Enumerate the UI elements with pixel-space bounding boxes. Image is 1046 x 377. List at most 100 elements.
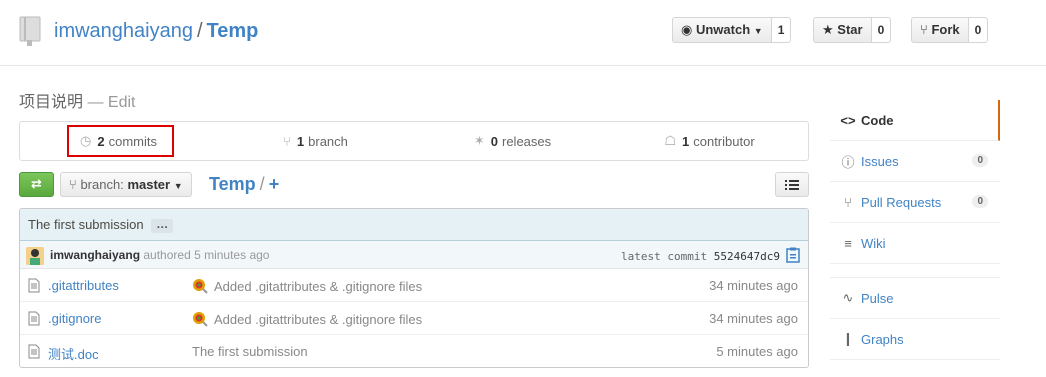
file-commit-message-link[interactable]: Added .gitattributes & .gitignore files (214, 279, 422, 294)
branch-icon: ⑂ (69, 177, 77, 192)
file-age: 34 minutes ago (709, 311, 798, 326)
sidebar-item-label: Pulse (861, 290, 894, 306)
compare-review-button[interactable]: ⇄ (19, 172, 54, 197)
commit-meta: imwanghaiyang authored 5 minutes ago lat… (20, 241, 808, 269)
latest-commit-label: latest commit (621, 250, 708, 263)
watch-group: ◉ Unwatch ▼ 1 (672, 17, 792, 43)
branch-name: master (127, 177, 171, 192)
list-view-button[interactable] (775, 172, 809, 197)
star-icon: ★ (822, 22, 834, 37)
commit-author[interactable]: imwanghaiyang (50, 248, 140, 262)
pull-request-icon: ⑂ (844, 194, 852, 210)
unwatch-button[interactable]: ◉ Unwatch ▼ (672, 17, 772, 43)
sidebar-item-pull-requests[interactable]: ⑂ Pull Requests 0 (830, 182, 1000, 223)
branch-select-button[interactable]: ⑂ branch: master ▼ (60, 172, 192, 197)
pulse-icon: ∿ (842, 290, 854, 305)
releases-label: releases (502, 133, 552, 149)
sidebar-divider (830, 264, 1000, 278)
file-table: The first submission … imwanghaiyang aut… (19, 208, 809, 368)
issues-count-badge: 0 (972, 154, 988, 167)
star-group: ★ Star 0 (813, 17, 892, 43)
branch-prefix: branch: (80, 177, 124, 192)
file-commit-message: Added .gitattributes & .gitignore files (192, 278, 422, 294)
eye-icon: ◉ (681, 22, 693, 37)
breadcrumb-root[interactable]: Temp (209, 174, 256, 194)
star-label: Star (837, 22, 863, 37)
latest-commit: latest commit 5524647dc9 (621, 250, 780, 263)
graph-icon: ❙ (842, 331, 854, 346)
branch-icon: ⑂ (283, 133, 291, 149)
contributors-link[interactable]: ☖ 1 contributor (611, 122, 808, 160)
unwatch-label: Unwatch (695, 22, 751, 37)
compare-icon: ⇄ (31, 176, 42, 191)
branch-count: 1 (296, 133, 305, 149)
clipboard-icon[interactable] (786, 247, 800, 263)
releases-count: 0 (490, 133, 498, 149)
watch-count[interactable]: 1 (771, 17, 792, 43)
sidebar-item-wiki[interactable]: ≡ Wiki (830, 223, 1000, 264)
commit-sha-link[interactable]: 5524647dc9 (714, 250, 780, 263)
file-icon (28, 278, 40, 293)
sidebar-item-label: Code (861, 112, 894, 128)
star-button[interactable]: ★ Star (813, 17, 872, 43)
pulls-count-badge: 0 (972, 195, 988, 208)
file-icon (28, 344, 40, 359)
add-file-link[interactable]: + (269, 174, 280, 194)
file-icon (28, 311, 40, 326)
fork-button[interactable]: ⑂ Fork (911, 17, 969, 43)
caret-down-icon: ▼ (173, 181, 183, 191)
commit-author-line: imwanghaiyang authored 5 minutes ago (50, 248, 269, 262)
avatar[interactable] (26, 247, 44, 265)
contributor-count: 1 (682, 133, 690, 149)
list-icon (785, 179, 799, 190)
breadcrumb: Temp / + (209, 172, 279, 196)
code-icon: <> (840, 112, 856, 128)
table-row: .gitignore Added .gitattributes & .gitig… (20, 302, 808, 335)
highlight-annotation-box (67, 125, 174, 157)
book-icon: ≡ (844, 235, 852, 251)
table-row: 测试.doc The first submission 5 minutes ag… (20, 335, 808, 367)
repo-header: imwanghaiyang / Temp ◉ Unwatch ▼ 1 ★ Star … (0, 0, 1046, 66)
fork-group: ⑂ Fork 0 (911, 17, 989, 43)
repo-owner-link[interactable]: imwanghaiyang (54, 20, 193, 42)
file-commit-message: The first submission (192, 344, 308, 359)
commit-authored-time: authored 5 minutes ago (143, 248, 270, 262)
repo-title-separator: / (196, 20, 203, 42)
branch-label: branch (308, 133, 348, 149)
repo-description: 项目说明 — Edit (19, 88, 135, 112)
releases-link[interactable]: ✶ 0 releases (414, 122, 611, 160)
fork-label: Fork (931, 22, 960, 37)
file-commit-message-link[interactable]: The first submission (192, 344, 308, 359)
file-commit-message: Added .gitattributes & .gitignore files (192, 311, 422, 327)
file-name-link[interactable]: .gitattributes (48, 278, 119, 293)
expand-commit-button[interactable]: … (151, 218, 174, 233)
edit-description-link[interactable]: — Edit (87, 94, 135, 111)
sidebar-item-code[interactable]: <> Code (830, 100, 1000, 141)
contributor-label: contributor (693, 133, 755, 149)
repo-name-link[interactable]: Temp (207, 20, 259, 42)
sidebar-item-label: Graphs (861, 331, 904, 347)
issue-icon: ⓘ (841, 154, 855, 170)
repo-sidebar: <> Code ⓘ Issues 0 ⑂ Pull Requests 0 ≡ W… (830, 100, 1000, 360)
description-text: 项目说明 (19, 94, 84, 111)
branches-link[interactable]: ⑂ 1 branch (217, 122, 414, 160)
lollipop-icon (193, 279, 208, 294)
file-name-link[interactable]: 测试.doc (48, 344, 99, 363)
file-name-link[interactable]: .gitignore (48, 311, 101, 326)
sidebar-item-pulse[interactable]: ∿ Pulse (830, 278, 1000, 319)
repo-title: imwanghaiyang / Temp (54, 19, 258, 43)
lollipop-icon (193, 312, 208, 327)
table-row: .gitattributes Added .gitattributes & .g… (20, 269, 808, 302)
sidebar-item-issues[interactable]: ⓘ Issues 0 (830, 141, 1000, 182)
star-count[interactable]: 0 (871, 17, 892, 43)
file-age: 5 minutes ago (716, 344, 798, 359)
sidebar-item-label: Pull Requests (861, 194, 942, 210)
commit-message: The first submission (28, 217, 144, 232)
fork-icon: ⑂ (920, 22, 928, 37)
tag-icon: ✶ (473, 133, 485, 148)
file-commit-message-link[interactable]: Added .gitattributes & .gitignore files (214, 312, 422, 327)
sidebar-item-graphs[interactable]: ❙ Graphs (830, 319, 1000, 360)
file-age: 34 minutes ago (709, 278, 798, 293)
fork-count[interactable]: 0 (968, 17, 989, 43)
breadcrumb-separator: / (259, 174, 265, 194)
